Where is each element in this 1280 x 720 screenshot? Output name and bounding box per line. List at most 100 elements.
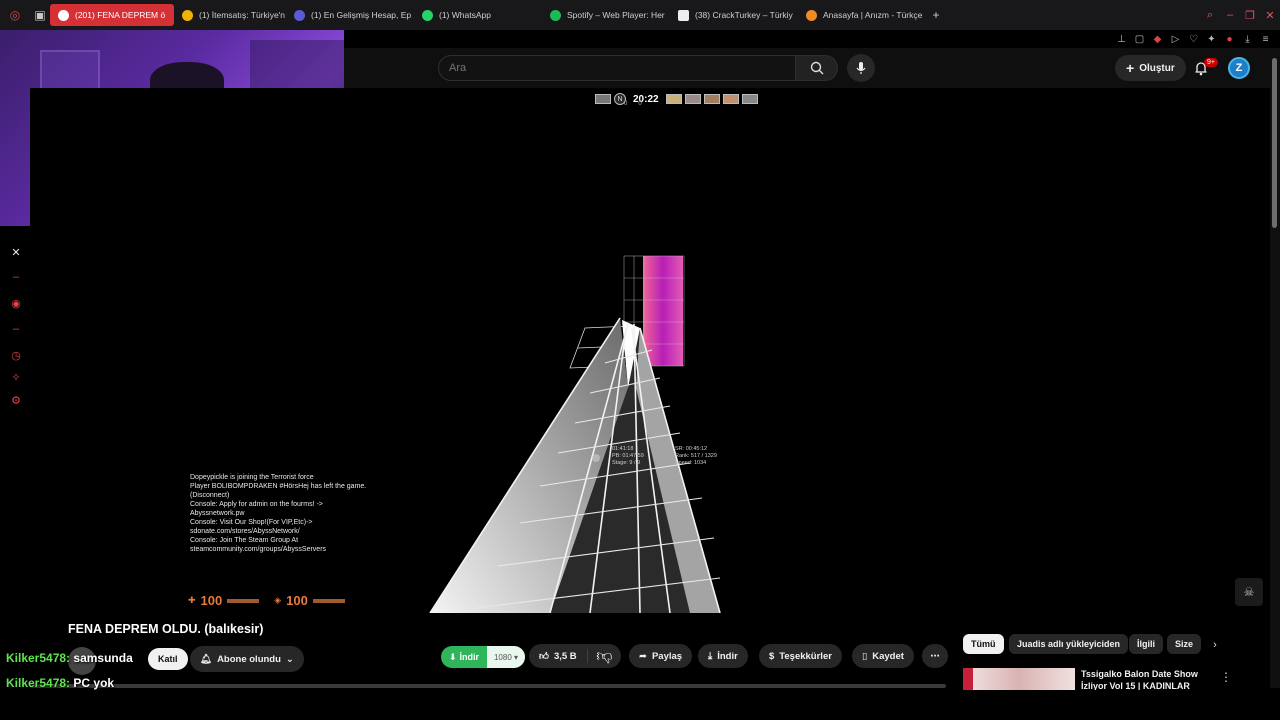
armor-value: 100: [286, 593, 308, 608]
stat-stage: Stage: 9 / 9: [612, 460, 641, 466]
more-horizontal-icon: ⋯: [930, 650, 940, 662]
join-button[interactable]: Katıl: [148, 648, 188, 670]
microphone-icon: [856, 62, 866, 74]
hud-player-card: [684, 94, 701, 104]
quality-select[interactable]: 1080 ▾: [487, 646, 525, 668]
download-icon[interactable]: ⤓: [1241, 34, 1254, 45]
surf-timer-stats: 01:41:18 SR: 00:45:12 PB: 01:47:59 Rank:…: [612, 446, 732, 467]
chevron-down-icon: ⌄: [285, 653, 294, 665]
minimize-icon[interactable]: –: [1220, 9, 1240, 21]
more-vertical-icon[interactable]: ⋮: [1220, 670, 1232, 684]
team-b-score: 0: [638, 101, 642, 107]
download-icon: ⤓: [708, 650, 713, 662]
heart-icon[interactable]: ♡: [1187, 34, 1200, 45]
clock-icon[interactable]: ◷: [5, 346, 27, 364]
play-icon[interactable]: ▷: [1169, 34, 1182, 45]
tab-overview-icon[interactable]: ▣: [30, 0, 50, 30]
profile-icon[interactable]: ●: [1223, 34, 1236, 45]
new-tab-button[interactable]: +: [926, 0, 946, 30]
console-line: Console: Apply for admin on the fourms! …: [190, 501, 323, 508]
play-circle-icon[interactable]: ◉: [5, 294, 27, 312]
browser-logo-icon[interactable]: ◎: [0, 0, 30, 30]
share-button[interactable]: ➦ Paylaş: [629, 644, 693, 668]
tab-anizm[interactable]: Anasayfa | Anızm - Türkçe: [798, 4, 926, 26]
download-arrow-icon: ⬇: [449, 651, 457, 662]
chat-message: Kilker5478: PC yok: [6, 676, 114, 690]
download-extension-button[interactable]: ⬇ İndir 1080 ▾: [441, 646, 525, 668]
chip-all[interactable]: Tümü: [963, 634, 1004, 654]
tab-label: Spotify – Web Player: Her: [567, 10, 665, 20]
console-line: steamcommunity.com/groups/AbyssServers: [190, 546, 327, 553]
stat-pb: PB: 01:47:59: [612, 453, 644, 459]
team-a-score: 0: [624, 101, 628, 107]
menu-icon[interactable]: ≡: [1259, 34, 1272, 45]
tab-spotify[interactable]: Spotify – Web Player: Her: [542, 4, 670, 26]
create-button[interactable]: + Oluştur: [1115, 55, 1186, 81]
page-scrollbar[interactable]: [1270, 48, 1280, 688]
youtube-favicon-icon: [58, 9, 69, 21]
related-video-thumbnail[interactable]: [963, 668, 1075, 690]
chat-username: Kilker5478:: [6, 651, 71, 665]
tab-label: (1) WhatsApp: [439, 10, 491, 20]
close-icon[interactable]: ✕: [1260, 9, 1280, 22]
chip-from-uploader[interactable]: Juadis adlı yükleyiciden: [1009, 634, 1129, 654]
divider-line-icon: –: [12, 323, 20, 335]
subscribed-button[interactable]: 🔔︎ Abone olundu ⌄: [190, 646, 304, 672]
extensions-icon[interactable]: ✦: [1205, 34, 1218, 45]
more-actions-button[interactable]: ⋯: [922, 644, 948, 668]
hud-health-armor: ✚ 100 ◈ 100: [188, 593, 355, 608]
pin-icon[interactable]: ⊥: [1115, 34, 1128, 45]
stat-rank: Rank: 517 / 1329: [675, 453, 717, 459]
divider-line-icon: –: [12, 271, 20, 283]
console-line: Console: Join The Steam Group At: [190, 537, 299, 544]
chip-for-you[interactable]: Size: [1167, 634, 1201, 654]
share-arrow-icon: ➦: [639, 650, 647, 662]
video-title: FENA DEPREM OLDU. (balıkesir): [68, 622, 264, 636]
tab-label: (201) FENA DEPREM ö: [75, 10, 166, 20]
video-player[interactable]: N 20:22 N 0 0 Dopeypickle is joining the…: [30, 88, 1270, 613]
search-button[interactable]: [796, 55, 838, 81]
download-extension-label: ⬇ İndir: [441, 652, 487, 663]
anizm-favicon-icon: [806, 9, 817, 21]
account-avatar[interactable]: Z: [1228, 57, 1250, 79]
x-social-icon[interactable]: ✕: [5, 243, 27, 261]
channel-watermark-icon[interactable]: ☠: [1235, 578, 1263, 606]
tab-label: (38) CrackTurkey – Türkiy: [695, 10, 793, 20]
tab-label: (1) En Gelişmiş Hesap, Ep: [311, 10, 412, 20]
chat-text: PC yok: [73, 676, 115, 690]
hud-player-card: [665, 94, 682, 104]
search-input[interactable]: [438, 55, 796, 81]
like-button[interactable]: 👍︎ 3,5 B: [529, 649, 588, 663]
related-video-title[interactable]: Tssigalko Balon Date Show İzliyor Vol 15…: [1081, 668, 1206, 690]
chip-related[interactable]: İlgili: [1129, 634, 1163, 654]
restore-icon[interactable]: ❐: [1240, 9, 1260, 22]
console-line: Player BOLIBOMPDRAKEN #HörsHej has left …: [190, 483, 367, 490]
voice-search-button[interactable]: [847, 54, 875, 82]
thanks-label: Teşekkürler: [779, 650, 832, 662]
tab-video[interactable]: (201) FENA DEPREM ö: [50, 4, 174, 26]
tab-whatsapp[interactable]: (1) WhatsApp: [414, 4, 542, 26]
chevron-right-icon[interactable]: ›: [1206, 636, 1224, 654]
dislike-button[interactable]: 👎︎: [588, 647, 621, 666]
window-controls: ⌕ – ❐ ✕: [1200, 0, 1280, 30]
quality-value: 1080: [493, 652, 512, 662]
stat-speed: Speed: 1034: [675, 460, 707, 466]
puzzle-icon[interactable]: ✧: [5, 368, 27, 386]
game-hud-top: N 20:22: [595, 88, 765, 110]
download-label: İndir: [717, 650, 738, 662]
tab-crackturkey[interactable]: (38) CrackTurkey – Türkiy: [670, 4, 798, 26]
thanks-button[interactable]: $ Teşekkürler: [759, 644, 842, 668]
save-button[interactable]: ▯ Kaydet: [852, 644, 914, 668]
bookmark-icon: ▯: [862, 650, 868, 662]
chat-text: samsunda: [73, 651, 133, 665]
shield-icon[interactable]: ◆: [1151, 34, 1164, 45]
screenshot-icon[interactable]: ▢: [1133, 34, 1146, 45]
tab-hesap[interactable]: (1) En Gelişmiş Hesap, Ep: [286, 4, 414, 26]
crackturkey-favicon-icon: [678, 9, 689, 21]
game-console-log: Dopeypickle is joining the Terrorist for…: [190, 473, 410, 554]
settings-gear-icon[interactable]: ⚙: [5, 391, 27, 409]
scrollbar-thumb[interactable]: [1272, 58, 1277, 228]
download-button[interactable]: ⤓ İndir: [698, 644, 748, 668]
tab-itemsatis[interactable]: (1) İtemsatış: Türkiye'n: [174, 4, 286, 26]
search-tabs-icon[interactable]: ⌕: [1200, 9, 1220, 22]
